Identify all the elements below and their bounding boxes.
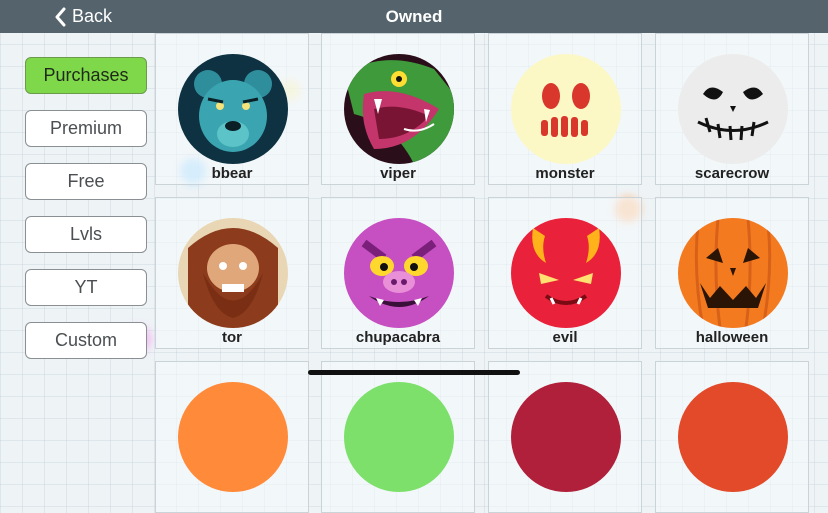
skin-name: bbear [211,165,253,182]
skin-name: monster [535,165,595,182]
skin-card-scarecrow[interactable]: scarecrow [655,33,809,185]
chevron-left-icon [55,7,66,26]
snake-icon [344,54,454,164]
tab-premium[interactable]: Premium [25,110,147,147]
skin-card[interactable] [321,361,475,513]
skin-grid: bbear viper monster scarecrow tor chupac… [155,33,815,513]
tab-free[interactable]: Free [25,163,147,200]
tab-label: Premium [49,118,122,138]
scarecrow-face-icon [678,54,788,164]
skin-card[interactable] [488,361,642,513]
tab-yt[interactable]: YT [25,269,147,306]
bear-icon [178,54,288,164]
skin-card-chupacabra[interactable]: chupacabra [321,197,475,349]
skin-card[interactable] [655,361,809,513]
chupacabra-face-icon [344,218,454,328]
warrior-face-icon [178,218,288,328]
skin-avatar-icon [344,382,454,492]
page-title: Owned [385,7,443,26]
skin-avatar-icon [511,382,621,492]
tab-label: Custom [54,330,117,350]
skin-card-monster[interactable]: monster [488,33,642,185]
skin-name: chupacabra [355,329,441,346]
skin-card-bbear[interactable]: bbear [155,33,309,185]
tab-lvls[interactable]: Lvls [25,216,147,253]
tab-purchases[interactable]: Purchases [25,57,147,94]
tab-label: Purchases [43,65,129,85]
tab-label: Lvls [69,224,102,244]
tab-custom[interactable]: Custom [25,322,147,359]
top-bar: Back Owned [0,0,828,33]
home-indicator[interactable] [308,370,520,375]
skin-card-halloween[interactable]: halloween [655,197,809,349]
skin-avatar-icon [678,382,788,492]
skin-name: evil [552,329,578,346]
skin-card-evil[interactable]: evil [488,197,642,349]
tab-label: Free [67,171,105,191]
back-button[interactable]: Back [54,0,112,33]
skin-card[interactable] [155,361,309,513]
pumpkin-face-icon [678,218,788,328]
skin-name: viper [380,165,416,182]
monster-face-icon [511,54,621,164]
skin-card-tor[interactable]: tor [155,197,309,349]
skin-card-viper[interactable]: viper [321,33,475,185]
devil-face-icon [511,218,621,328]
skin-avatar-icon [178,382,288,492]
skin-name: tor [222,329,242,346]
back-label: Back [72,6,113,26]
tab-label: YT [74,277,98,297]
skin-name: halloween [695,329,769,346]
skin-name: scarecrow [694,165,770,182]
